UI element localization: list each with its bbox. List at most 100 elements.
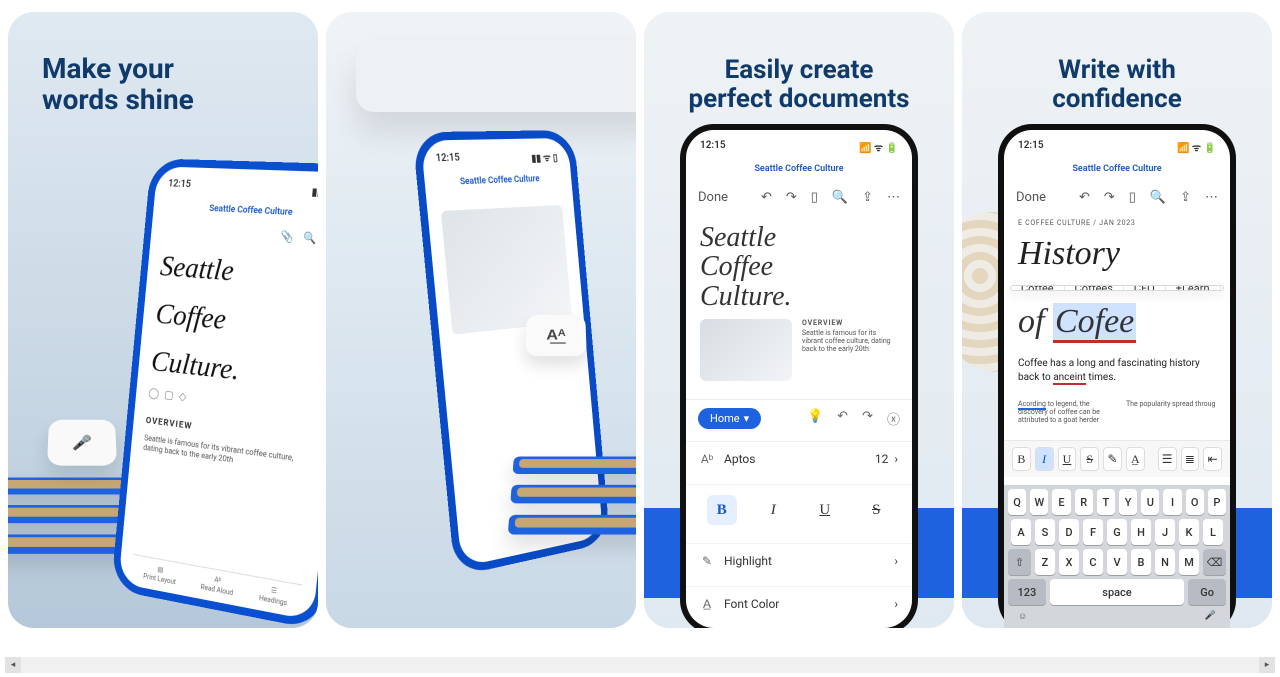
font-face-icon: Aᵇ (700, 452, 714, 466)
key-I[interactable]: I (1163, 489, 1181, 515)
key-T[interactable]: T (1097, 489, 1115, 515)
mobile-icon[interactable]: ▯ (1129, 190, 1136, 205)
promo-card-3: Easily create perfect documents 12:15 📶 … (644, 12, 954, 628)
key-E[interactable]: E (1052, 489, 1070, 515)
scroll-left-button[interactable]: ◂ (5, 657, 21, 673)
kb-row-1: QWERTYUIOP (1008, 489, 1226, 515)
status-time: 12:15 (700, 140, 726, 154)
suggestion-next-icon[interactable]: › (1221, 285, 1224, 291)
mobile-icon[interactable]: ▯ (811, 190, 818, 205)
key-A[interactable]: A (1011, 519, 1031, 545)
dictation-key[interactable]: 🎤 (1205, 611, 1216, 622)
redo-icon[interactable]: ↷ (862, 409, 873, 428)
signal-wifi-battery-icon: ▮▮ ᯤ ▯ (311, 184, 318, 200)
key-W[interactable]: W (1030, 489, 1048, 515)
key-C[interactable]: C (1083, 549, 1103, 575)
key-F[interactable]: F (1083, 519, 1103, 545)
suggestion-3[interactable]: CFO (1124, 285, 1166, 291)
key-S[interactable]: S (1035, 519, 1055, 545)
promo-card-2: 12:15▮▮ ᯤ ▯ Seattle Coffee Culture A͟ᴬ (326, 12, 636, 628)
font-row[interactable]: AᵇAptos 12› (686, 441, 912, 476)
share-icon[interactable]: ⇪ (862, 190, 873, 205)
undo-icon[interactable]: ↶ (1079, 190, 1090, 205)
headline-4: Write with confidence (962, 56, 1272, 113)
share-icon[interactable]: ⇪ (1180, 190, 1191, 205)
strike-button[interactable]: S (1080, 447, 1099, 471)
italic-button[interactable]: I (758, 495, 788, 525)
done-button[interactable]: Done (698, 190, 728, 205)
numbered-list-button[interactable]: ≣ (1181, 447, 1200, 471)
misspelled-word[interactable]: Cofee (1053, 303, 1136, 343)
italic-button[interactable]: I (1035, 447, 1054, 471)
space-key[interactable]: space (1050, 579, 1185, 605)
key-N[interactable]: N (1155, 549, 1175, 575)
bold-button[interactable]: B (707, 495, 737, 525)
tab-print-layout[interactable]: ▤Print Layout (143, 563, 177, 586)
key-Z[interactable]: Z (1035, 549, 1055, 575)
home-dropdown[interactable]: Home▾ (698, 408, 761, 429)
tab-read-aloud[interactable]: AᵇRead Aloud (200, 573, 234, 597)
numbers-key[interactable]: 123 (1008, 579, 1046, 605)
shift-key[interactable]: ⇧ (1008, 549, 1031, 575)
key-Y[interactable]: Y (1119, 489, 1137, 515)
history-heading: History (1004, 235, 1230, 273)
highlight-icon: ✎ (700, 554, 714, 568)
key-G[interactable]: G (1107, 519, 1127, 545)
font-color-row[interactable]: A̲Font Color › (686, 586, 912, 621)
done-button[interactable]: Done (1016, 190, 1046, 205)
breadcrumb: E COFFEE CULTURE / JAN 2023 (1004, 217, 1230, 227)
key-X[interactable]: X (1059, 549, 1079, 575)
promo-card-1: Make your words shine 🎤 12:15 ▮▮ ᯤ ▯ Sea… (8, 12, 318, 628)
key-O[interactable]: O (1186, 489, 1204, 515)
undo-icon[interactable]: ↶ (761, 190, 772, 205)
bullets-button[interactable]: ☰ (1158, 447, 1177, 471)
scroll-right-button[interactable]: ▸ (1259, 657, 1275, 673)
underline-button[interactable]: U (810, 495, 840, 525)
status-bar: 12:15 ▮▮ ᯤ ▯ (167, 178, 318, 199)
key-P[interactable]: P (1208, 489, 1226, 515)
font-color-button[interactable]: A̲ (1126, 447, 1145, 471)
key-L[interactable]: L (1203, 519, 1223, 545)
search-icon[interactable]: 🔍 (1150, 190, 1166, 205)
search-icon[interactable]: 🔍 (303, 231, 318, 245)
key-K[interactable]: K (1179, 519, 1199, 545)
key-R[interactable]: R (1075, 489, 1093, 515)
redo-icon[interactable]: ↷ (1104, 190, 1115, 205)
underline-button[interactable]: U (1058, 447, 1077, 471)
emoji-key[interactable]: ☺ (1018, 611, 1027, 622)
key-D[interactable]: D (1059, 519, 1079, 545)
more-icon[interactable]: ⋯ (1205, 190, 1218, 205)
go-key[interactable]: Go (1188, 579, 1226, 605)
bold-button[interactable]: B (1012, 447, 1031, 471)
indent-button[interactable]: ⇤ (1203, 447, 1222, 471)
backspace-key[interactable]: ⌫ (1203, 549, 1226, 575)
tab-headings[interactable]: ☰Headings (259, 584, 289, 607)
key-V[interactable]: V (1107, 549, 1127, 575)
key-M[interactable]: M (1179, 549, 1199, 575)
mic-icon: 🎤 (72, 434, 92, 451)
top-toolbar: Done ↶ ↷ ▯ 🔍 ⇪ ⋯ (686, 186, 912, 209)
signal-wifi-battery-icon: 📶 ᯤ 🔋 (1177, 140, 1216, 154)
suggestion-1[interactable]: Coffee (1011, 285, 1065, 291)
two-column-text: Acording to legend, the discovery of cof… (1004, 396, 1230, 432)
key-Q[interactable]: Q (1008, 489, 1026, 515)
signal-wifi-battery-icon: 📶 ᯤ 🔋 (859, 140, 898, 154)
attach-icon[interactable]: 📎 (280, 230, 294, 244)
idea-icon[interactable]: 💡 (807, 409, 823, 428)
key-B[interactable]: B (1131, 549, 1151, 575)
redo-icon[interactable]: ↷ (786, 190, 797, 205)
highlight-row[interactable]: ✎Highlight › (686, 543, 912, 578)
highlight-button[interactable]: ✎ (1103, 447, 1122, 471)
horizontal-scrollbar[interactable]: ◂ ▸ (5, 657, 1275, 673)
key-H[interactable]: H (1131, 519, 1151, 545)
suggestion-2[interactable]: Coffees (1065, 285, 1124, 291)
strike-button[interactable]: S (861, 495, 891, 525)
suggestion-learn[interactable]: +Learn (1166, 285, 1221, 291)
key-J[interactable]: J (1155, 519, 1175, 545)
chevron-down-icon: ▾ (744, 412, 750, 425)
undo-icon[interactable]: ↶ (837, 409, 848, 428)
key-U[interactable]: U (1141, 489, 1159, 515)
more-icon[interactable]: ⋯ (887, 190, 900, 205)
search-icon[interactable]: 🔍 (832, 190, 848, 205)
close-icon[interactable]: ⓧ (887, 409, 900, 428)
